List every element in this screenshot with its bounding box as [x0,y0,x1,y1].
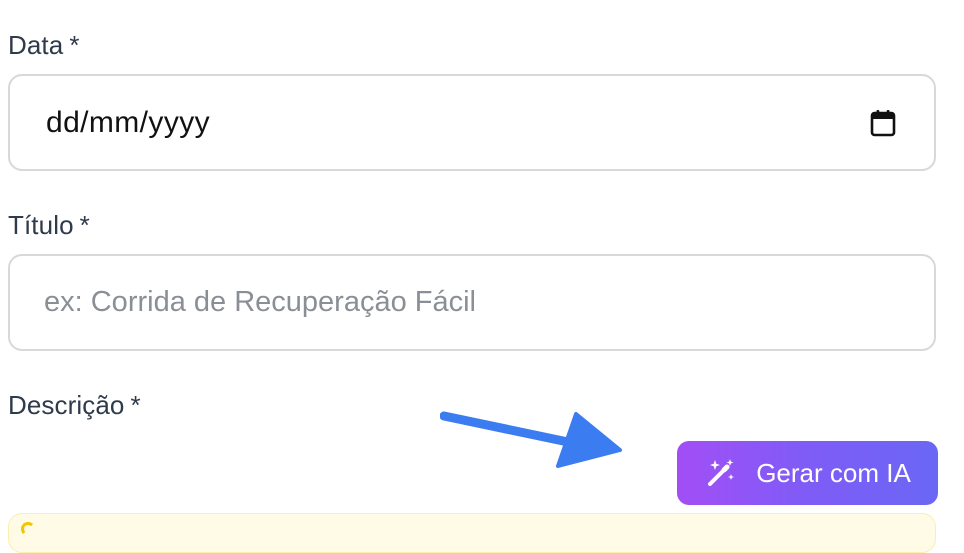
date-input[interactable]: dd/mm/yyyy [8,74,936,171]
notice-icon [21,522,35,536]
title-input-wrapper [8,254,936,351]
date-label: Data * [8,30,80,61]
required-asterisk: * [69,30,80,60]
title-input[interactable] [42,285,902,320]
generate-with-ai-button[interactable]: Gerar com IA [677,441,938,505]
required-asterisk: * [130,390,141,420]
calendar-icon[interactable] [868,108,898,138]
description-label: Descrição * [8,390,141,421]
date-input-value: dd/mm/yyyy [46,105,211,139]
annotation-arrow-icon [440,411,622,468]
generate-with-ai-label: Gerar com IA [756,457,911,488]
required-asterisk: * [79,210,90,240]
magic-wand-icon [704,456,738,490]
title-label: Título * [8,210,90,241]
description-notice-box [8,513,936,553]
title-label-text: Título [8,210,74,240]
date-label-text: Data [8,30,64,60]
description-label-text: Descrição [8,390,125,420]
